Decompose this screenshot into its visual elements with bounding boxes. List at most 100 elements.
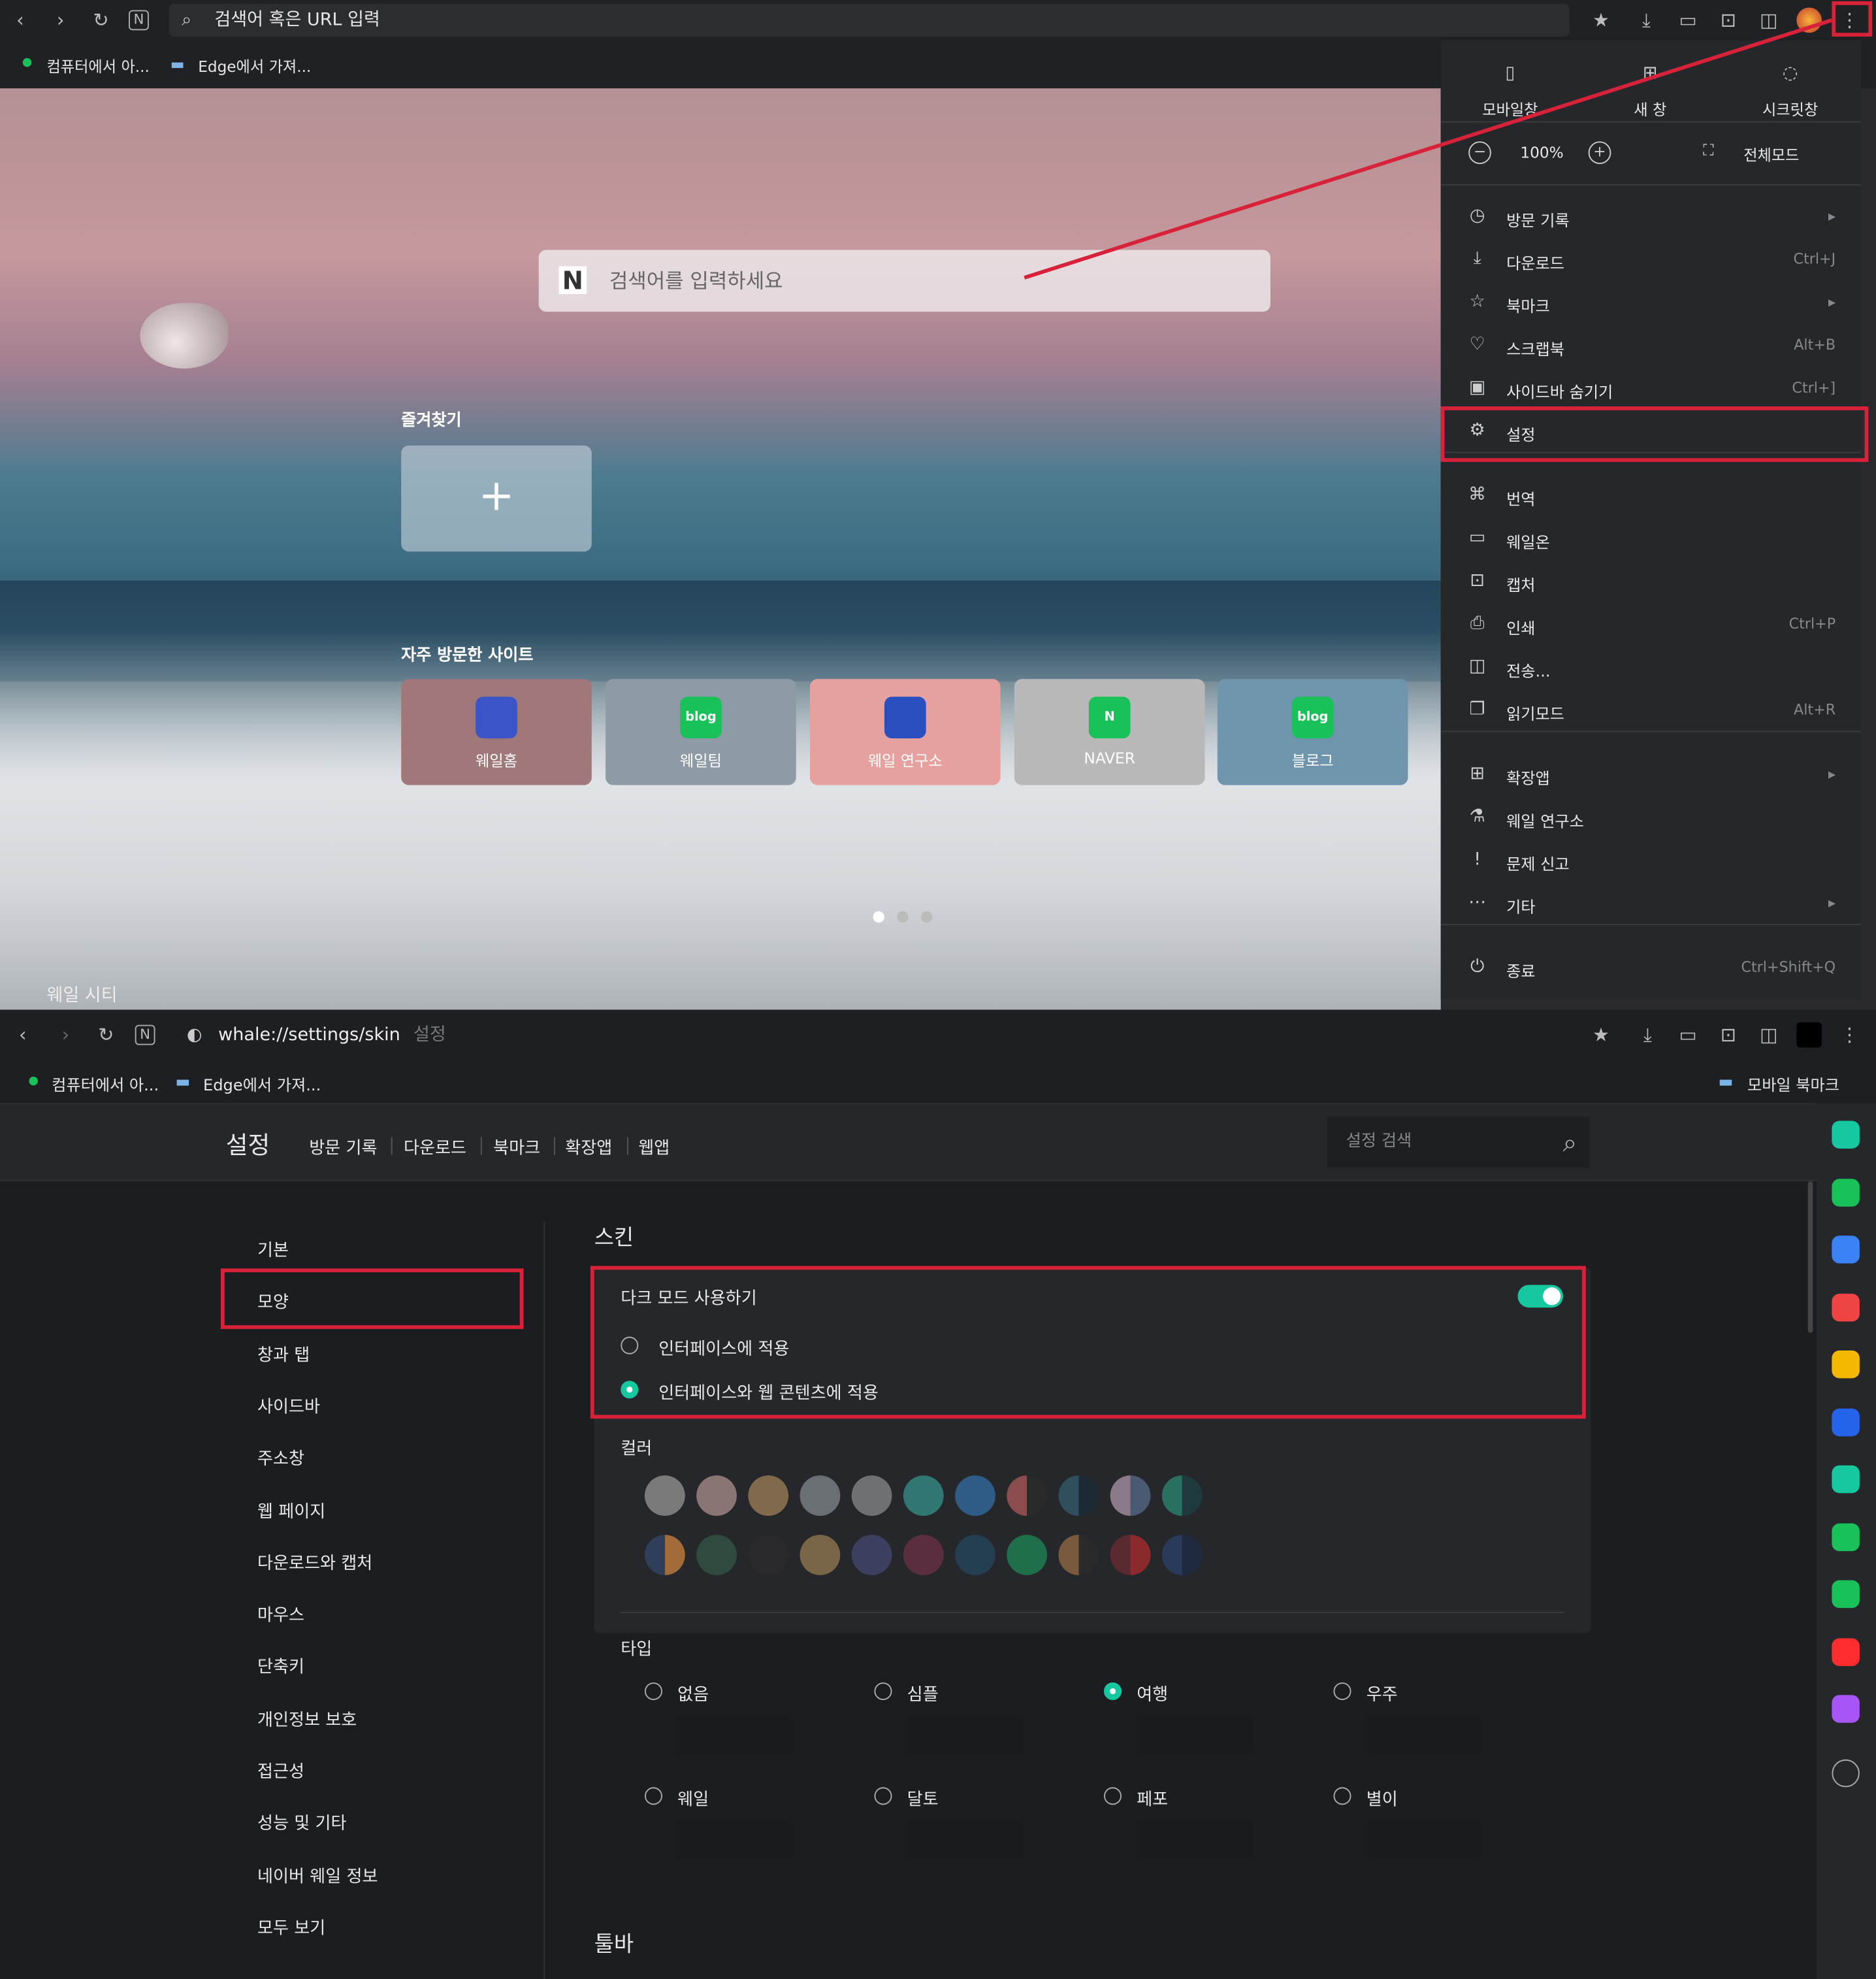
naver-home-icon[interactable]: N	[135, 1024, 155, 1045]
address-bar[interactable]: ◐ whale://settings/skin 설정	[176, 1019, 1577, 1051]
bookmark-item[interactable]: 컴퓨터에서 아...	[52, 1071, 159, 1096]
avatar[interactable]	[1796, 1022, 1822, 1048]
settings-nav-item[interactable]: 창과 탭	[257, 1340, 310, 1366]
color-swatch[interactable]	[644, 1475, 685, 1516]
scrollbar-thumb[interactable]	[1807, 1181, 1813, 1333]
settings-nav-item[interactable]: 개인정보 보호	[257, 1705, 357, 1730]
settings-header: 설정 방문 기록 다운로드 북마크 확장앱 웹앱 설정 검색 ⌕	[0, 1103, 1817, 1182]
color-swatch[interactable]	[1110, 1475, 1151, 1516]
color-swatch[interactable]	[903, 1475, 944, 1516]
color-swatch[interactable]	[1110, 1535, 1151, 1575]
sidebar-app-icon[interactable]	[1832, 1235, 1860, 1264]
color-swatch[interactable]	[696, 1475, 737, 1516]
type-thumbnail[interactable]	[1366, 1820, 1483, 1859]
header-nav-webapps[interactable]: 웹앱	[638, 1134, 670, 1158]
settings-nav-item[interactable]: 웹 페이지	[257, 1496, 325, 1522]
menu-kebab-icon[interactable]: ⋮	[1837, 1022, 1862, 1048]
whaleon-icon[interactable]: ▭	[1675, 1022, 1701, 1048]
type-thumbnail[interactable]	[1366, 1715, 1483, 1755]
settings-nav-item[interactable]: 다운로드와 캡처	[257, 1548, 372, 1574]
scrollbar[interactable]	[1806, 1181, 1815, 1979]
type-thumbnail[interactable]	[1137, 1820, 1253, 1859]
type-title: 타입	[621, 1639, 653, 1660]
type-label: 없음	[677, 1684, 709, 1705]
mobile-bookmarks[interactable]: 모바일 북마크	[1747, 1071, 1839, 1096]
type-radio[interactable]	[874, 1682, 892, 1701]
color-swatch[interactable]	[800, 1535, 841, 1575]
settings-nav-item[interactable]: 단축키	[257, 1652, 304, 1678]
color-swatch[interactable]	[955, 1475, 995, 1516]
settings-search-input[interactable]: 설정 검색 ⌕	[1327, 1117, 1590, 1168]
color-swatch[interactable]	[851, 1535, 892, 1575]
color-swatch[interactable]	[1161, 1475, 1203, 1516]
bookmark-star-icon[interactable]: ★	[1589, 1022, 1614, 1048]
sidebar-app-icon[interactable]	[1832, 1637, 1860, 1666]
header-nav-downloads[interactable]: 다운로드	[404, 1134, 466, 1158]
settings-nav-item[interactable]: 사이드바	[257, 1392, 320, 1417]
type-thumbnail[interactable]	[677, 1715, 794, 1755]
sidebar-app-icon[interactable]	[1832, 1293, 1860, 1321]
color-swatch[interactable]	[851, 1475, 892, 1516]
back-icon[interactable]: ‹	[10, 1022, 35, 1048]
sidebar-app-icon[interactable]	[1832, 1580, 1860, 1609]
type-label: 우주	[1366, 1684, 1398, 1705]
sidebar-app-icon[interactable]	[1832, 1350, 1860, 1379]
url-text: whale://settings/skin	[218, 1024, 400, 1045]
folder-icon: ▬	[1718, 1071, 1734, 1091]
sidebar-app-icon[interactable]	[1832, 1695, 1860, 1723]
sidebar-app-icon[interactable]	[1832, 1465, 1860, 1494]
forward-icon[interactable]: ›	[53, 1022, 78, 1048]
search-icon[interactable]: ⌕	[1563, 1117, 1577, 1168]
type-thumbnail[interactable]	[1137, 1715, 1253, 1755]
color-swatch[interactable]	[748, 1475, 789, 1516]
settings-nav-item[interactable]: 접근성	[257, 1757, 304, 1782]
sidebar-app-icon[interactable]	[1832, 1407, 1860, 1436]
sidebar-toggle-icon[interactable]: ◫	[1756, 1022, 1782, 1048]
type-label: 심플	[907, 1684, 939, 1705]
color-swatch[interactable]	[696, 1535, 737, 1575]
settings-nav-item[interactable]: 모두 보기	[257, 1913, 325, 1938]
type-radio[interactable]	[644, 1682, 662, 1701]
type-thumbnail[interactable]	[907, 1715, 1024, 1755]
color-swatch[interactable]	[1161, 1535, 1203, 1575]
type-radio[interactable]	[1333, 1682, 1351, 1701]
type-radio[interactable]	[644, 1787, 662, 1805]
color-swatch[interactable]	[800, 1475, 841, 1516]
whale-new-tab-screenshot: ‹ › ↻ N ⌕ 검색어 혹은 URL 입력 ★ ⤓ ▭ ⊡ ◫ ⋮ 컴퓨터에…	[0, 0, 1876, 1010]
color-swatch[interactable]	[1007, 1475, 1048, 1516]
divider	[391, 1137, 393, 1155]
color-swatch[interactable]	[903, 1535, 944, 1575]
reload-icon[interactable]: ↻	[93, 1022, 119, 1048]
color-swatch[interactable]	[644, 1535, 685, 1575]
header-nav-bookmarks[interactable]: 북마크	[493, 1134, 540, 1158]
type-thumbnail[interactable]	[907, 1820, 1024, 1859]
type-radio[interactable]	[1103, 1787, 1122, 1805]
color-swatch[interactable]	[748, 1535, 789, 1575]
sidebar-app-icon[interactable]	[1832, 1178, 1860, 1206]
settings-nav-item[interactable]: 네이버 웨일 정보	[257, 1861, 378, 1886]
download-icon[interactable]: ⤓	[1635, 1022, 1660, 1048]
header-nav-history[interactable]: 방문 기록	[309, 1134, 377, 1158]
settings-nav-item[interactable]: 마우스	[257, 1601, 304, 1626]
color-swatch[interactable]	[955, 1535, 995, 1575]
type-radio[interactable]	[1333, 1787, 1351, 1805]
type-radio[interactable]	[1103, 1682, 1122, 1701]
folder-icon: ▬	[175, 1071, 191, 1091]
color-swatch[interactable]	[1007, 1535, 1048, 1575]
add-sidebar-app-icon[interactable]	[1832, 1759, 1860, 1788]
type-thumbnail[interactable]	[677, 1820, 794, 1859]
toolbar-section-title: 툴바	[594, 1932, 634, 1958]
type-radio[interactable]	[874, 1787, 892, 1805]
sidebar-app-icon[interactable]	[1832, 1522, 1860, 1551]
color-swatch[interactable]	[1058, 1535, 1099, 1575]
color-swatch[interactable]	[1058, 1475, 1099, 1516]
settings-nav-item[interactable]: 기본	[257, 1235, 289, 1261]
settings-search-placeholder: 설정 검색	[1346, 1132, 1412, 1151]
skin-section-title: 스킨	[594, 1225, 634, 1251]
sidebar-app-icon[interactable]	[1832, 1120, 1860, 1149]
capture-icon[interactable]: ⊡	[1716, 1022, 1741, 1048]
header-nav-extensions[interactable]: 확장앱	[565, 1134, 612, 1158]
settings-nav-item[interactable]: 주소창	[257, 1444, 304, 1469]
bookmark-item[interactable]: Edge에서 가져...	[203, 1071, 321, 1096]
settings-nav-item[interactable]: 성능 및 기타	[257, 1809, 347, 1835]
